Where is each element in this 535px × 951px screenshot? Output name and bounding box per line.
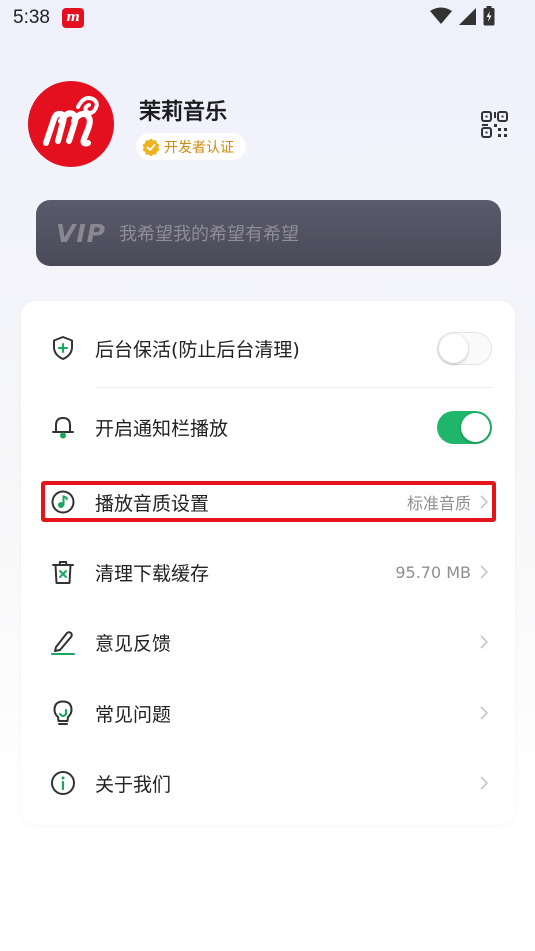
status-icons <box>430 6 495 26</box>
pencil-icon <box>50 629 76 655</box>
chevron-right-icon <box>480 565 489 579</box>
app-name: 茉莉音乐 <box>139 100 228 125</box>
chevron-right-icon <box>480 635 489 649</box>
shield-plus-icon <box>50 335 76 361</box>
app-logo[interactable] <box>28 81 114 167</box>
verified-badge-icon <box>142 138 160 156</box>
setting-background-keepalive[interactable]: 后台保活(防止后台清理) <box>21 315 515 381</box>
badge-label: 开发者认证 <box>164 139 234 156</box>
vip-banner[interactable]: VIP 我希望我的希望有希望 <box>36 200 501 266</box>
chevron-right-icon <box>480 706 489 720</box>
setting-about[interactable]: 关于我们 <box>21 758 515 808</box>
setting-value: 标准音质 <box>406 494 471 513</box>
battery-icon <box>483 6 495 26</box>
vip-slogan: 我希望我的希望有希望 <box>118 224 299 245</box>
setting-label: 播放音质设置 <box>95 492 210 515</box>
trash-icon <box>50 559 76 585</box>
jasmine-music-logo-icon <box>43 96 99 147</box>
setting-notification-playback[interactable]: 开启通知栏播放 <box>21 394 515 460</box>
vip-logo: VIP <box>56 218 106 248</box>
chevron-right-icon <box>480 776 489 790</box>
setting-label: 清理下载缓存 <box>95 562 210 585</box>
setting-clear-cache[interactable]: 清理下载缓存 95.70 MB <box>21 547 515 597</box>
setting-feedback[interactable]: 意见反馈 <box>21 617 515 667</box>
settings-card: 后台保活(防止后台清理) 开启通知栏播放 播放音质设置 标准音质 清理下载缓存 … <box>21 301 515 825</box>
chevron-right-icon <box>480 495 489 509</box>
notification-playback-toggle[interactable] <box>437 410 492 444</box>
setting-faq[interactable]: 常见问题 <box>21 688 515 738</box>
info-icon <box>50 770 76 796</box>
lightbulb-icon <box>50 700 76 726</box>
toggle-knob <box>461 412 490 442</box>
setting-label: 常见问题 <box>95 703 172 726</box>
developer-verified-badge: 开发者认证 <box>136 133 246 160</box>
status-time: 5:38 <box>13 7 50 28</box>
setting-label: 后台保活(防止后台清理) <box>95 338 300 361</box>
status-bar: 5:38 m <box>0 0 535 36</box>
music-note-icon <box>50 489 76 515</box>
bell-icon <box>50 414 76 440</box>
app-notification-icon: m <box>62 8 84 28</box>
qr-code-icon[interactable] <box>481 111 508 138</box>
keepalive-toggle[interactable] <box>437 331 492 365</box>
setting-label: 开启通知栏播放 <box>95 417 229 440</box>
divider <box>95 387 493 388</box>
setting-playback-quality[interactable]: 播放音质设置 标准音质 <box>21 480 515 524</box>
wifi-icon <box>430 7 452 24</box>
setting-label: 关于我们 <box>95 773 172 796</box>
toggle-knob <box>439 333 468 363</box>
setting-label: 意见反馈 <box>95 632 172 655</box>
signal-icon <box>459 7 476 25</box>
cache-size: 95.70 MB <box>395 562 471 582</box>
